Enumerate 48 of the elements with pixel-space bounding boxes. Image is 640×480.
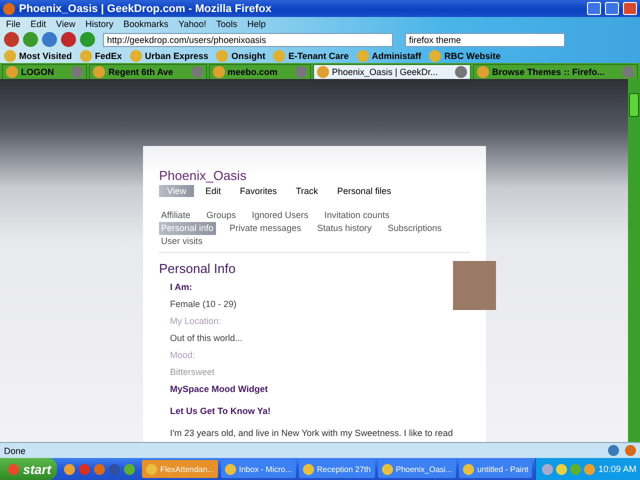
- profile-subtab[interactable]: Ignored Users: [250, 209, 310, 222]
- bookmark-link[interactable]: E-Tenant Care: [288, 51, 349, 61]
- profile-subtab[interactable]: Invitation counts: [322, 209, 392, 222]
- bookmark-link[interactable]: Most Visited: [19, 51, 72, 61]
- menu-item[interactable]: View: [56, 18, 76, 28]
- taskbar-button[interactable]: untitled - Paint: [459, 460, 532, 478]
- profile-tab[interactable]: Personal files: [329, 185, 400, 197]
- profile-subtab[interactable]: Affiliate: [159, 209, 192, 222]
- profile-subtab[interactable]: Subscriptions: [386, 222, 444, 235]
- profile-subtab[interactable]: Status history: [315, 222, 374, 235]
- window-title: Phoenix_Oasis | GeekDrop.com - Mozilla Firefox: [19, 2, 272, 14]
- menu-item[interactable]: Bookmarks: [123, 18, 168, 28]
- browser-tab[interactable]: Phoenix_Oasis | GeekDr...: [312, 64, 472, 79]
- status-text: Done: [4, 446, 27, 456]
- bookmark-link[interactable]: Urban Express: [144, 51, 208, 61]
- field-label: Mood:: [170, 350, 196, 360]
- section-heading: Personal Info: [159, 261, 236, 276]
- address-field[interactable]: http://geekdrop.com/users/phoenixoasis: [103, 32, 393, 46]
- menu-item[interactable]: History: [85, 18, 114, 28]
- bookmark-link[interactable]: FedEx: [94, 51, 122, 61]
- search-field[interactable]: firefox theme: [405, 32, 565, 46]
- field-value: Female (10 - 29): [170, 299, 238, 309]
- clock-text: 10:09 AM: [598, 464, 636, 474]
- menu-item[interactable]: Yahoo!: [178, 18, 206, 28]
- profile-subtab[interactable]: User visits: [159, 235, 205, 248]
- menu-item[interactable]: Help: [247, 18, 266, 28]
- bookmark-link[interactable]: Administaff: [372, 51, 422, 61]
- taskbar-button[interactable]: Reception 27th: [298, 460, 375, 478]
- profile-tab[interactable]: Favorites: [232, 185, 285, 197]
- menu-item[interactable]: File: [6, 18, 21, 28]
- taskbar-button[interactable]: Inbox - Micro...: [221, 460, 296, 478]
- menu-item[interactable]: Edit: [30, 18, 46, 28]
- bookmark-link[interactable]: RBC Website: [444, 51, 501, 61]
- taskbar-button[interactable]: Phoenix_Oasi...: [378, 460, 456, 478]
- bio-text: I'm 23 years old, and live in New York with my Sweetness. I like to read: [170, 428, 453, 438]
- field-label: I Am:: [170, 282, 194, 292]
- profile-subtab[interactable]: Groups: [204, 209, 238, 222]
- bookmark-link[interactable]: Onsight: [231, 51, 266, 61]
- profile-tab[interactable]: Edit: [197, 185, 229, 197]
- profile-tab[interactable]: Track: [288, 185, 326, 197]
- field-value: Bittersweet: [170, 367, 216, 377]
- field-value: Out of this world...: [170, 333, 244, 343]
- subheading: Let Us Get To Know Ya!: [170, 406, 272, 416]
- subheading: MySpace Mood Widget: [170, 384, 269, 394]
- username-heading: Phoenix_Oasis: [159, 168, 248, 183]
- field-label: My Location:: [170, 316, 222, 326]
- menu-item[interactable]: Tools: [216, 18, 238, 28]
- profile-subtab[interactable]: Private messages: [228, 222, 304, 235]
